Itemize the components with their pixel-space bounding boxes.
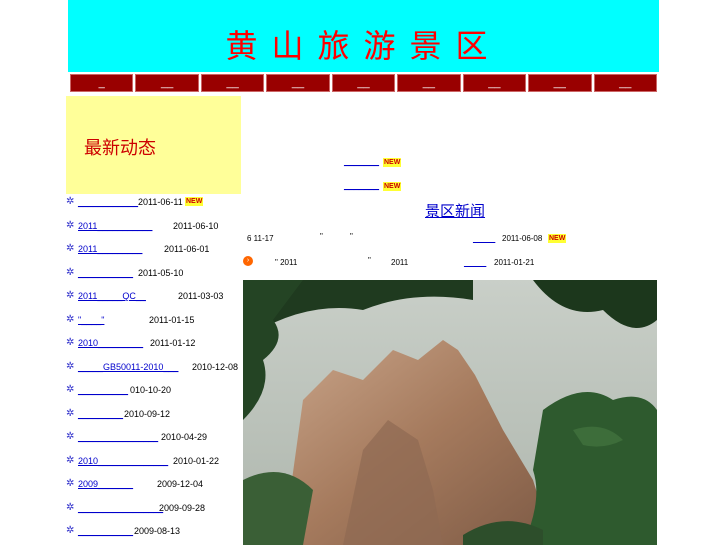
list-item: ✲ ___________ 2009-08-13 xyxy=(66,523,243,547)
news-date: 2011-05-10 xyxy=(138,267,184,278)
list-item: ✲ _________________ 2009-09-28 xyxy=(66,500,243,524)
news-link[interactable]: __________ xyxy=(78,383,128,397)
news-link[interactable]: "____" xyxy=(78,313,104,327)
quote-mark: " xyxy=(350,232,353,241)
nav-item-1[interactable]: _ xyxy=(70,74,134,92)
news-link[interactable]: ________________ xyxy=(78,430,158,444)
list-item: ✲ ____________ 2011-06-11 NEW xyxy=(66,194,243,218)
news-link[interactable]: _________ xyxy=(78,407,123,421)
new-badge: NEW xyxy=(548,234,567,243)
nav-item-5[interactable]: __ xyxy=(331,74,396,92)
nav-item-9[interactable]: __ xyxy=(593,74,657,92)
nav-item-3[interactable]: __ xyxy=(200,74,265,92)
pinwheel-icon: ✲ xyxy=(66,219,75,231)
news-date: 2011-06-10 xyxy=(173,220,219,231)
pinwheel-icon: ✲ xyxy=(66,501,75,513)
list-item: ✲ _____GB50011-2010___ 2010-12-08 xyxy=(66,359,243,383)
news-link[interactable]: 2011_____QC__ xyxy=(78,289,146,303)
nav-item-7[interactable]: __ xyxy=(462,74,527,92)
row-link[interactable]: _____ xyxy=(473,234,495,243)
news-date: 2011-06-01 xyxy=(164,244,210,254)
news-date: 2010-09-12 xyxy=(124,408,171,419)
scenic-photo xyxy=(243,280,657,545)
row-date: 2011-06-08 xyxy=(502,234,543,243)
sidebar-header: 最新动态 xyxy=(66,96,241,194)
list-item: ✲ 2011_____QC__ 2011-03-03 xyxy=(66,288,243,312)
pinwheel-icon: ✲ xyxy=(66,431,75,442)
pinwheel-icon: ✲ xyxy=(66,478,75,489)
news-date: 2009-08-13 xyxy=(134,526,181,536)
list-item: ✲ 2009_______ 2009-12-04 xyxy=(66,476,243,500)
row-date: 2011-01-21 xyxy=(494,258,535,267)
pinwheel-icon: ✲ xyxy=(66,384,75,395)
news-date: 2009-09-28 xyxy=(159,502,206,513)
news-date: 010-10-20 xyxy=(130,385,172,395)
sidebar-title: 最新动态 xyxy=(84,138,156,159)
list-item: ✲ ___________ 2011-05-10 xyxy=(66,265,243,289)
pinwheel-icon: ✲ xyxy=(66,313,75,325)
pinwheel-icon: ✲ xyxy=(66,243,75,254)
site-title: 黄山旅游景区 xyxy=(225,27,502,65)
news-link[interactable]: ___________ xyxy=(78,524,133,538)
news-date: 2011-01-12 xyxy=(150,338,196,348)
nav-bar: _ __ __ __ __ __ __ __ __ xyxy=(68,72,659,94)
new-badge: NEW xyxy=(383,182,402,191)
news-date: 2009-12-04 xyxy=(157,479,204,489)
list-item: ✲ 2011_________ 2011-06-01 xyxy=(66,241,243,265)
news-link[interactable]: ___________ xyxy=(78,266,133,280)
news-link[interactable]: 2011___________ xyxy=(78,219,152,233)
nav-item-6[interactable]: __ xyxy=(397,74,461,92)
news-date: 2010-04-29 xyxy=(161,432,208,442)
news-link[interactable]: ____________ xyxy=(78,195,138,209)
news-date: 2011-01-15 xyxy=(149,314,195,325)
nav-item-2[interactable]: __ xyxy=(135,74,199,92)
list-item: ✲ _________ 2010-09-12 xyxy=(66,406,243,430)
new-badge: NEW xyxy=(383,158,402,167)
list-item: ✲ "____" 2011-01-15 xyxy=(66,312,243,336)
list-item: ✲ ________________ 2010-04-29 xyxy=(66,429,243,453)
top-news-link[interactable]: _______ xyxy=(344,156,379,166)
pinwheel-icon: ✲ xyxy=(66,407,75,419)
news-link[interactable]: 2009_______ xyxy=(78,477,133,491)
news-list: ✲ ____________ 2011-06-11 NEW ✲ 2011________… xyxy=(66,194,243,547)
nav-item-8[interactable]: __ xyxy=(528,74,592,92)
pinwheel-icon: ✲ xyxy=(66,266,75,278)
row-mid: 2011 xyxy=(391,258,409,267)
arrow-bullet-icon: › xyxy=(243,256,253,266)
news-link[interactable]: 2010______________ xyxy=(78,454,168,468)
list-item: ✲ 2011___________ 2011-06-10 xyxy=(66,218,243,242)
new-badge: NEW xyxy=(185,197,204,206)
news-link[interactable]: 2010_________ xyxy=(78,336,143,350)
pinwheel-icon: ✲ xyxy=(66,290,75,301)
section-title[interactable]: 景区新闻 xyxy=(425,200,485,221)
news-link[interactable]: 2011_________ xyxy=(78,242,142,256)
list-item: ✲ 2010______________ 2010-01-22 xyxy=(66,453,243,477)
pinwheel-icon: ✲ xyxy=(66,525,75,536)
news-date: 2011-06-11 xyxy=(138,197,183,207)
top-news-link[interactable]: _______ xyxy=(344,180,379,190)
quote-mark: " xyxy=(368,256,371,265)
quote-mark: " xyxy=(320,232,323,241)
list-item: ✲ __________ 010-10-20 xyxy=(66,382,243,406)
row-prefix: 6 11-17 xyxy=(247,234,274,243)
pinwheel-icon: ✲ xyxy=(66,454,75,466)
row-link[interactable]: _____ xyxy=(464,258,486,267)
site-header: 黄山旅游景区 xyxy=(68,0,659,72)
pinwheel-icon: ✲ xyxy=(66,360,75,372)
news-date: 2010-12-08 xyxy=(192,361,239,372)
news-date: 2011-03-03 xyxy=(178,291,224,301)
news-link[interactable]: _____GB50011-2010___ xyxy=(78,360,178,374)
news-link[interactable]: _________________ xyxy=(78,501,163,515)
pinwheel-icon: ✲ xyxy=(66,196,75,207)
news-date: 2010-01-22 xyxy=(173,455,220,466)
row-prefix: " 2011 xyxy=(275,258,298,267)
list-item: ✲ 2010_________ 2011-01-12 xyxy=(66,335,243,359)
nav-item-4[interactable]: __ xyxy=(266,74,330,92)
pinwheel-icon: ✲ xyxy=(66,337,75,348)
